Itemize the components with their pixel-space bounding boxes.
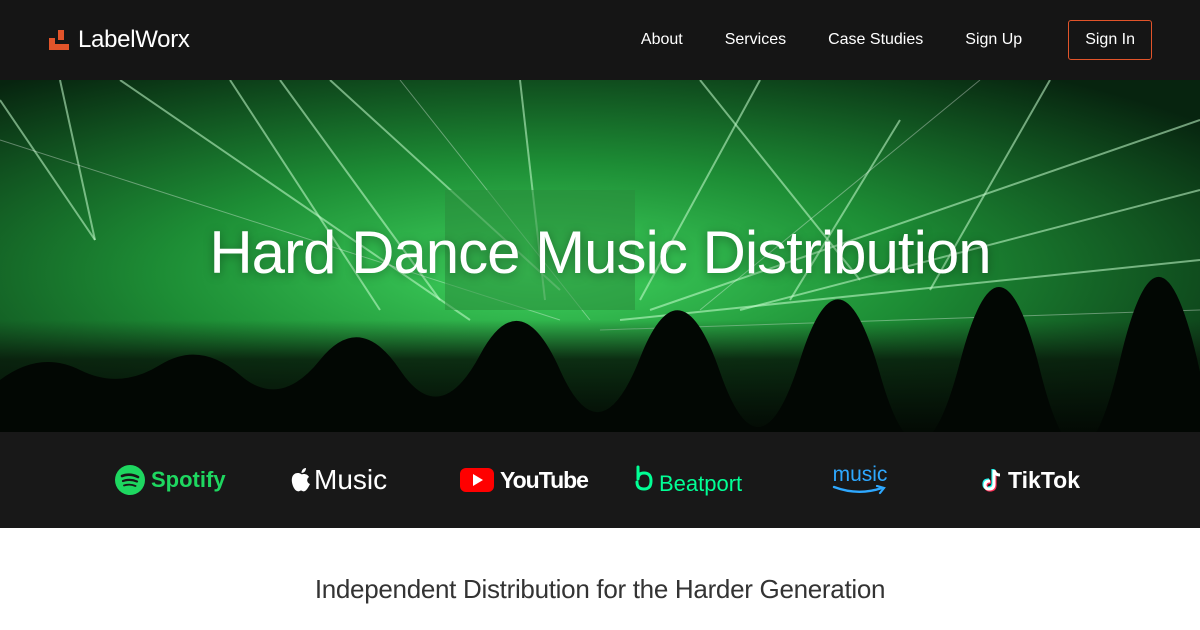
tiktok-logo: TikTok: [982, 432, 1080, 528]
beatport-logo: Beatport: [633, 432, 742, 528]
nav-case-studies[interactable]: Case Studies: [828, 31, 923, 49]
nav-about[interactable]: About: [641, 31, 683, 49]
amazon-smile-icon: [832, 485, 886, 495]
site-header: LabelWorx About Services Case Studies Si…: [0, 0, 1200, 80]
hero-banner: Hard Dance Music Distribution: [0, 80, 1200, 432]
nav-services[interactable]: Services: [725, 31, 786, 49]
youtube-play-icon: [460, 468, 494, 492]
hero-title: Hard Dance Music Distribution: [209, 219, 991, 286]
apple-music-logo: Music: [290, 432, 387, 528]
amazon-music-label: music: [832, 463, 888, 486]
section-heading: Independent Distribution for the Harder …: [314, 574, 886, 604]
sign-in-button[interactable]: Sign In: [1068, 20, 1152, 60]
tiktok-icon: [982, 469, 1001, 492]
platform-logos-strip: Spotify Music YouTube Beatport music Tik…: [0, 432, 1200, 528]
spotify-label: Spotify: [151, 467, 226, 492]
amazon-music-logo: music: [832, 432, 888, 528]
apple-music-label: Music: [314, 464, 388, 495]
youtube-logo: YouTube: [460, 432, 589, 528]
main-nav: About Services Case Studies Sign Up Sign…: [599, 20, 1152, 60]
spotify-logo: Spotify: [115, 432, 226, 528]
youtube-label: YouTube: [500, 466, 589, 493]
spotify-icon: [115, 465, 145, 495]
logo-text: LabelWorx: [78, 26, 190, 53]
apple-icon: [291, 468, 310, 492]
beatport-label: Beatport: [659, 471, 743, 496]
tiktok-label: TikTok: [1008, 466, 1080, 493]
nav-sign-up[interactable]: Sign Up: [965, 31, 1022, 49]
page: LabelWorx About Services Case Studies Si…: [0, 0, 1200, 630]
logo[interactable]: LabelWorx: [48, 26, 190, 54]
labelworx-logo-icon: [49, 30, 69, 50]
beatport-icon: [635, 465, 653, 491]
